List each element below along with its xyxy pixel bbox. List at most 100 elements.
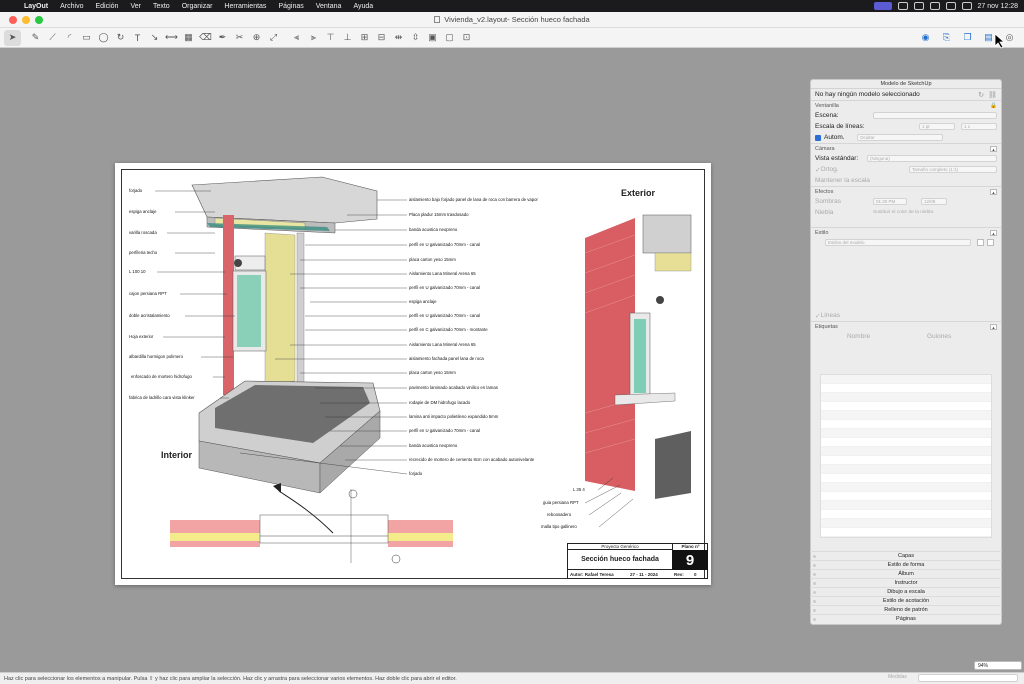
tray-estilo-forma[interactable]: Estilo de forma	[810, 560, 1002, 569]
distribute-v-icon[interactable]: ⇳	[407, 30, 424, 46]
lines-row[interactable]: ✓ Líneas	[811, 310, 1001, 321]
tray-relleno-patron[interactable]: Relleno de patrón	[810, 605, 1002, 614]
section-camera[interactable]: Cámara ▲	[811, 143, 1001, 153]
label-tool-icon[interactable]: ↘	[146, 30, 163, 46]
select-tool-icon[interactable]: ➤	[4, 29, 21, 46]
lock-icon[interactable]: 🔒	[990, 103, 997, 109]
section-tags[interactable]: Etiquetas ▲	[811, 321, 1001, 331]
collapse-tags-icon[interactable]: ▲	[990, 323, 997, 330]
pencil-tool-icon[interactable]: ✎	[27, 30, 44, 46]
scale-tool-icon[interactable]: ⤢	[265, 30, 282, 46]
menu-organizar[interactable]: Organizar	[176, 3, 219, 10]
style-thumb-icon[interactable]	[977, 239, 984, 246]
tags-list[interactable]	[820, 374, 992, 538]
screen-record-icon[interactable]	[873, 2, 892, 10]
align-bottom-icon[interactable]: ⊥	[339, 30, 356, 46]
std-view-select[interactable]: (Ninguna)	[867, 155, 997, 162]
search-icon[interactable]	[945, 2, 956, 10]
style-tool-icon[interactable]: ✒	[214, 30, 231, 46]
ortho-select[interactable]: Tamaño completo (1:1)	[909, 166, 997, 173]
align-center-h-icon[interactable]: ⊞	[356, 30, 373, 46]
circle-tool-icon[interactable]: ◯	[95, 30, 112, 46]
title-block[interactable]: Proyecto Genérico Sección hueco fachada …	[567, 543, 708, 579]
group-icon[interactable]: ▣	[424, 30, 441, 46]
split-tool-icon[interactable]: ✂	[231, 30, 248, 46]
menu-edicion[interactable]: Edición	[89, 3, 124, 10]
collapse-effects-icon[interactable]: ▲	[990, 188, 997, 195]
shadow-time-field[interactable]: 01:30 PM	[873, 198, 907, 205]
menu-ayuda[interactable]: Ayuda	[347, 3, 379, 10]
sketchup-model-tray: Modelo de SketchUp No hay ningún modelo …	[810, 79, 1002, 625]
label-right-20: forjado	[409, 471, 423, 476]
line-scale-field[interactable]: 1 pt	[919, 123, 955, 130]
layout-page[interactable]: forjado espiga anclaje varilla roscada p…	[115, 163, 711, 585]
label-left-9: albardilla hormigon polimero	[129, 354, 183, 359]
measure-input[interactable]	[918, 674, 1018, 682]
presentation-icon[interactable]: ◉	[917, 30, 934, 46]
menu-ver[interactable]: Ver	[124, 3, 147, 10]
link-icon[interactable]: ⛓	[988, 91, 997, 99]
table-tool-icon[interactable]: ▦	[180, 30, 197, 46]
dimension-tool-icon[interactable]: ⟷	[163, 30, 180, 46]
preserve-row[interactable]: Mantener la escala	[811, 175, 1001, 186]
align-left-icon[interactable]: ⫷	[288, 30, 305, 46]
text-tool-icon[interactable]: T	[129, 30, 146, 46]
control-center-icon[interactable]	[961, 2, 972, 10]
menu-herramientas[interactable]: Herramientas	[218, 3, 272, 10]
line-scale-mult[interactable]: 1 x	[961, 123, 997, 130]
fit-icon[interactable]: ⊡	[458, 30, 475, 46]
label-ext-3: reboosadero	[547, 512, 572, 517]
style-grid-icon[interactable]	[987, 239, 994, 246]
line-tool-icon[interactable]: ⟋	[44, 30, 61, 46]
label-right-16: lamina anti impacto polietileno expandid…	[409, 414, 499, 419]
collapse-camera-icon[interactable]: ▲	[990, 145, 997, 152]
menu-paginas[interactable]: Páginas	[272, 3, 309, 10]
tray-album[interactable]: Álbum	[810, 569, 1002, 578]
section-ventanilla[interactable]: Ventanilla 🔒	[811, 100, 1001, 110]
tray-capas[interactable]: Capas	[810, 551, 1002, 560]
display-icon[interactable]	[897, 2, 908, 10]
wifi-icon[interactable]	[929, 2, 940, 10]
duplicate-page-icon[interactable]: ❐	[959, 30, 976, 46]
arc-tool-icon[interactable]: ◜	[61, 30, 78, 46]
auto-select[interactable]: Ocultar	[857, 134, 943, 141]
label-ext-1: L 35 4	[573, 487, 585, 492]
shadow-date-field[interactable]: 12/08	[921, 198, 947, 205]
label-right-15: rodapie de DM hidrofugo lacado	[409, 400, 471, 405]
battery-icon[interactable]	[913, 2, 924, 10]
align-top-icon[interactable]: ⊤	[322, 30, 339, 46]
menu-app[interactable]: LayOut	[18, 3, 54, 10]
join-tool-icon[interactable]: ⊕	[248, 30, 265, 46]
menu-ventana[interactable]: Ventana	[310, 3, 348, 10]
label-right-18: banda acustica neopreno	[409, 443, 458, 448]
col-name[interactable]: Nombre	[847, 333, 870, 340]
section-effects[interactable]: Efectos ▲	[811, 186, 1001, 196]
menu-archivo[interactable]: Archivo	[54, 3, 89, 10]
eraser-tool-icon[interactable]: ⌫	[197, 30, 214, 46]
tb-rev-value: 0	[694, 572, 697, 577]
refresh-icon[interactable]: ↻	[978, 91, 984, 99]
zoom-select[interactable]: 94%	[974, 661, 1022, 670]
auto-checkbox[interactable]	[815, 134, 821, 141]
fog-checkbox-label[interactable]: Sustituir el color de la niebla	[873, 210, 933, 215]
tray-instructor[interactable]: Instructor	[810, 578, 1002, 587]
align-right-icon[interactable]: ⫸	[305, 30, 322, 46]
collapse-style-icon[interactable]: ▲	[990, 229, 997, 236]
tray-paginas[interactable]: Páginas	[810, 614, 1002, 623]
section-style[interactable]: Estilo ▲	[811, 227, 1001, 237]
col-dashes[interactable]: Guiones	[927, 333, 951, 340]
tray-dibujo-escala[interactable]: Dibujo a escala	[810, 587, 1002, 596]
scene-select[interactable]	[873, 112, 997, 119]
ungroup-icon[interactable]: ▢	[441, 30, 458, 46]
add-page-icon[interactable]: ⎘	[938, 30, 955, 46]
std-view-row: Vista estándar: (Ninguna)	[811, 153, 1001, 164]
menubar-clock[interactable]: 27 nov 12:28	[978, 3, 1018, 10]
menu-texto[interactable]: Texto	[147, 3, 176, 10]
rectangle-tool-icon[interactable]: ▭	[78, 30, 95, 46]
style-select[interactable]: Estilos del modelo	[825, 239, 971, 246]
offset-tool-icon[interactable]: ↻	[112, 30, 129, 46]
label-exterior: Exterior	[621, 188, 656, 198]
tray-estilo-acotacion[interactable]: Estilo de acotación	[810, 596, 1002, 605]
distribute-h-icon[interactable]: ⇹	[390, 30, 407, 46]
align-center-v-icon[interactable]: ⊟	[373, 30, 390, 46]
